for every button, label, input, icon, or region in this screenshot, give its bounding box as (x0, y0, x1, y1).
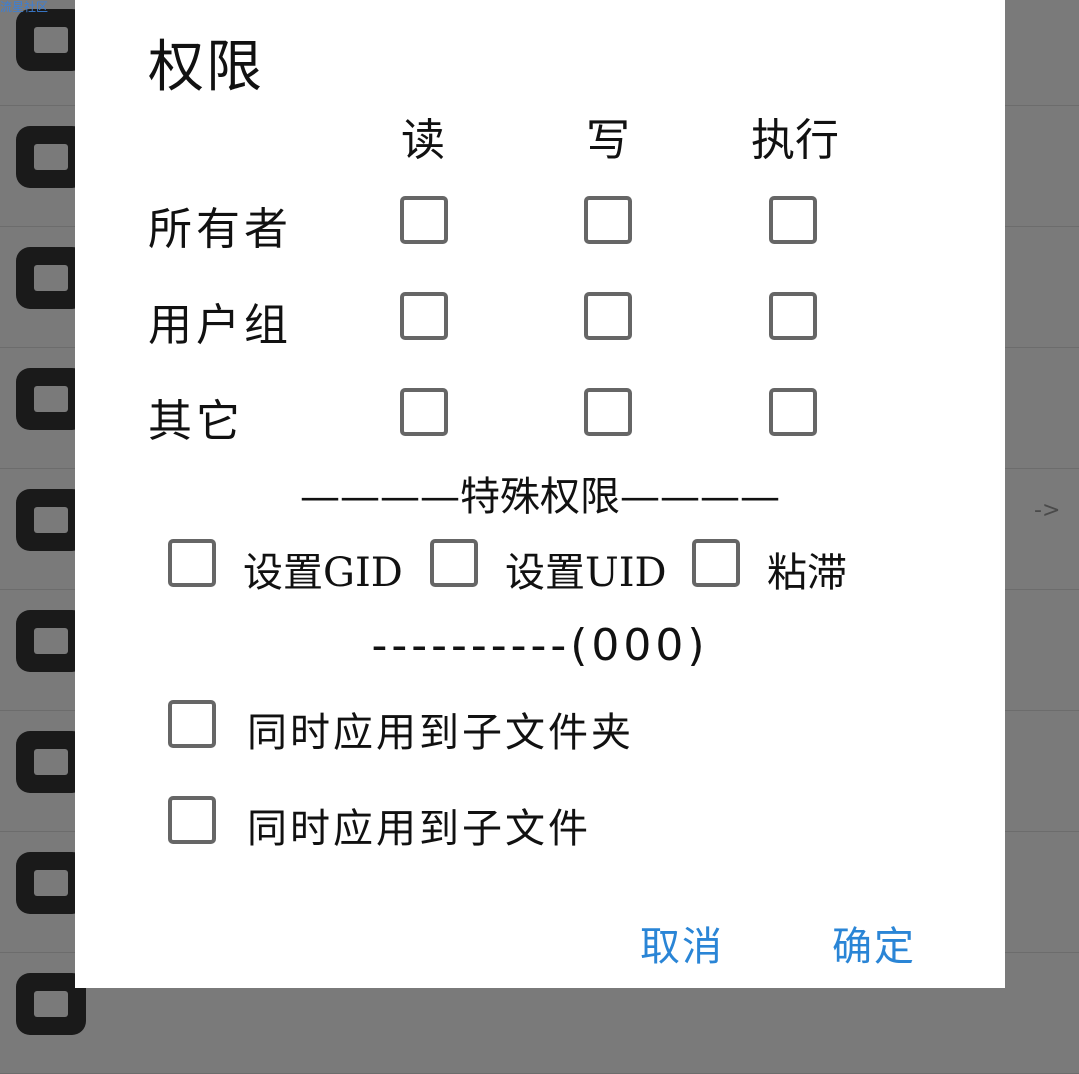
sticky-label: 粘滞 (767, 550, 847, 596)
group-execute-checkbox[interactable] (769, 292, 817, 340)
apply-subfiles-checkbox[interactable] (168, 796, 216, 844)
octal-value: ----------(000) (371, 620, 709, 671)
permissions-dialog: 权限 读 写 执行 所有者 用户组 其它 ————特殊权限———— 设置GID … (75, 0, 1005, 988)
others-write-checkbox[interactable] (584, 388, 632, 436)
special-permissions-divider: ————特殊权限———— (300, 474, 780, 520)
arrow-icon: -> (1034, 498, 1061, 523)
setgid-label: 设置GID (243, 550, 403, 596)
row-label-owner: 所有者 (148, 204, 292, 255)
setuid-label: 设置UID (505, 550, 667, 596)
row-label-others: 其它 (148, 396, 244, 447)
row-label-group: 用户组 (148, 300, 292, 351)
apply-subfolders-checkbox[interactable] (168, 700, 216, 748)
setgid-checkbox[interactable] (168, 539, 216, 587)
owner-read-checkbox[interactable] (400, 196, 448, 244)
owner-write-checkbox[interactable] (584, 196, 632, 244)
column-header-execute: 执行 (751, 115, 839, 166)
group-read-checkbox[interactable] (400, 292, 448, 340)
column-header-read: 读 (401, 115, 445, 166)
column-header-write: 写 (586, 115, 630, 166)
others-execute-checkbox[interactable] (769, 388, 817, 436)
apply-subfiles-label: 同时应用到子文件 (247, 806, 591, 852)
setuid-checkbox[interactable] (430, 539, 478, 587)
cancel-button[interactable]: 取消 (640, 914, 724, 972)
sticky-checkbox[interactable] (692, 539, 740, 587)
owner-execute-checkbox[interactable] (769, 196, 817, 244)
dialog-title: 权限 (148, 35, 264, 100)
apply-subfolders-label: 同时应用到子文件夹 (247, 710, 634, 756)
group-write-checkbox[interactable] (584, 292, 632, 340)
watermark: 流星社区 (0, 0, 49, 14)
ok-button[interactable]: 确定 (832, 914, 916, 972)
others-read-checkbox[interactable] (400, 388, 448, 436)
